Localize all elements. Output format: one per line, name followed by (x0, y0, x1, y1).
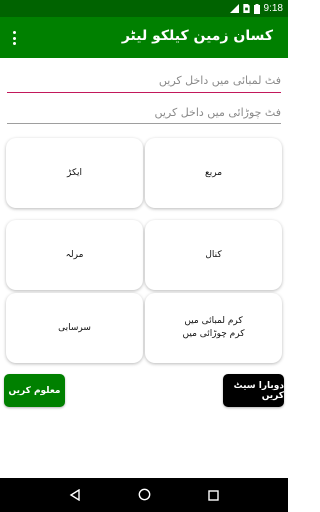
acre-button[interactable]: ایکڑ (6, 138, 143, 208)
marla-button[interactable]: مرلہ (6, 220, 143, 290)
navigation-bar (0, 478, 288, 512)
app-bar: کسان زمین کیلکو لیٹر (0, 17, 288, 58)
more-vert-icon[interactable] (6, 29, 22, 47)
width-input-underline (7, 123, 281, 124)
recents-icon[interactable] (208, 486, 220, 505)
reset-button[interactable]: دوبارا سیٹ کریں (223, 374, 284, 407)
home-icon[interactable] (138, 486, 151, 505)
calculate-button[interactable]: معلوم کریں (4, 374, 65, 407)
kanal-button[interactable]: کنال (145, 220, 282, 290)
sarsahi-button[interactable]: سرسابی (6, 293, 143, 363)
back-icon[interactable] (69, 486, 81, 505)
app-title: کسان زمین کیلکو لیٹر (121, 28, 273, 44)
length-input[interactable] (7, 68, 281, 92)
length-input-underline (7, 92, 281, 93)
battery-icon (253, 3, 260, 14)
screen: 9:18 کسان زمین کیلکو لیٹر ایکڑ مربع مرلہ… (0, 0, 288, 512)
status-time: 9:18 (263, 3, 283, 14)
signal-icon (229, 4, 239, 13)
width-input[interactable] (7, 100, 281, 124)
karam-button[interactable]: کرم لمبائی میں کرم چوڑائی میں (145, 293, 282, 363)
sim-icon (242, 4, 250, 13)
square-button[interactable]: مربع (145, 138, 282, 208)
status-bar: 9:18 (0, 0, 288, 17)
